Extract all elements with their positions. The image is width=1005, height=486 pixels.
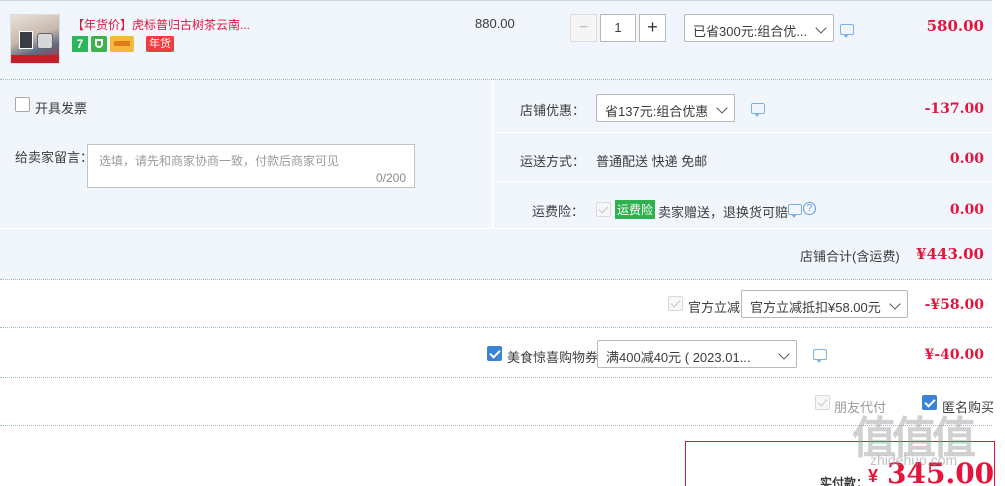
insurance-amount: 0.00 xyxy=(949,202,984,218)
guarantee-icon xyxy=(91,36,107,52)
message-placeholder: 选填，请先和商家协商一致，付款后商家可见 xyxy=(99,154,340,168)
quantity-input[interactable]: 1 xyxy=(600,14,636,42)
row-divider-3 xyxy=(0,228,992,229)
official-reduction-amount: -¥58.00 xyxy=(924,297,984,313)
chat-icon[interactable] xyxy=(751,103,765,117)
chevron-down-icon xyxy=(716,102,728,114)
product-thumbnail[interactable] xyxy=(10,14,60,64)
coupon-checkbox[interactable] xyxy=(487,346,502,361)
item-promo-select-value: 已省300元:组合优... xyxy=(693,24,808,39)
item-promo-select[interactable]: 已省300元:组合优... xyxy=(684,14,834,42)
invoice-label: 开具发票 xyxy=(35,101,88,116)
shipping-amount: 0.00 xyxy=(949,151,984,167)
chevron-down-icon xyxy=(889,298,901,310)
coupon-label: 美食惊喜购物券 xyxy=(507,350,599,365)
item-title-link[interactable]: 【年货价】虎标普归古树茶云南... xyxy=(72,16,257,33)
invoice-checkbox[interactable] xyxy=(15,97,30,112)
help-icon[interactable]: ? xyxy=(803,202,816,215)
credit-card-icon xyxy=(110,36,134,52)
friend-pay-checkbox xyxy=(815,395,830,410)
quantity-decrease-button[interactable]: − xyxy=(570,14,597,42)
official-reduction-checkbox xyxy=(668,296,683,311)
chat-icon[interactable] xyxy=(788,204,802,218)
payable-currency: ¥ xyxy=(868,466,879,486)
official-reduction-select[interactable]: 官方立减抵扣¥58.00元 xyxy=(741,290,908,318)
payable-label: 实付款： xyxy=(820,476,869,486)
new-year-goods-badge: 年货 xyxy=(146,36,174,52)
message-label: 给卖家留言： xyxy=(15,150,94,165)
insurance-checkbox xyxy=(596,202,611,217)
shop-discount-select-value: 省137元:组合优惠 xyxy=(605,104,709,119)
official-reduction-select-value: 官方立减抵扣¥58.00元 xyxy=(750,300,881,315)
shop-discount-select[interactable]: 省137元:组合优惠 xyxy=(596,94,735,122)
row-divider-1 xyxy=(494,132,992,133)
coupon-select[interactable]: 满400减40元 ( 2023.01... xyxy=(597,340,797,368)
shipping-label: 运送方式： xyxy=(520,154,586,169)
insurance-text: 卖家赠送，退换货可赔 xyxy=(658,205,789,220)
item-subtotal: 580.00 xyxy=(926,17,984,35)
item-unit-price: 880.00 xyxy=(475,16,515,31)
message-char-counter: 0/200 xyxy=(375,171,406,185)
message-textarea[interactable]: 选填，请先和商家协商一致，付款后商家可见 0/200 xyxy=(87,144,415,188)
row-divider-2 xyxy=(494,181,992,182)
chat-icon[interactable] xyxy=(840,24,854,38)
chevron-down-icon xyxy=(778,348,790,360)
shop-discount-label: 店铺优惠： xyxy=(520,103,586,118)
coupon-select-value: 满400减40元 ( 2023.01... xyxy=(606,350,751,365)
seven-day-return-icon: 7 xyxy=(72,36,88,52)
thumbnail-red-strip xyxy=(11,55,59,63)
thumbnail-tin-shape xyxy=(37,33,53,49)
insurance-badge: 运费险 xyxy=(615,200,656,219)
quantity-increase-button[interactable]: + xyxy=(639,14,666,42)
column-divider xyxy=(492,80,494,228)
coupon-amount: ¥-40.00 xyxy=(924,347,984,363)
watermark-url: zhidehuo.com xyxy=(870,452,958,468)
insurance-label: 运费险： xyxy=(532,204,585,219)
shop-total-amount: ¥443.00 xyxy=(916,245,984,263)
chat-icon[interactable] xyxy=(813,349,827,363)
official-reduction-label: 官方立减 xyxy=(688,300,741,315)
shipping-value: 普通配送 快递 免邮 xyxy=(596,154,708,169)
shop-total-label: 店铺合计(含运费) xyxy=(800,249,900,264)
shop-discount-amount: -137.00 xyxy=(924,101,984,117)
quantity-stepper: − 1 + xyxy=(570,14,666,42)
chevron-down-icon xyxy=(815,22,827,34)
thumbnail-box-shape xyxy=(19,31,33,49)
